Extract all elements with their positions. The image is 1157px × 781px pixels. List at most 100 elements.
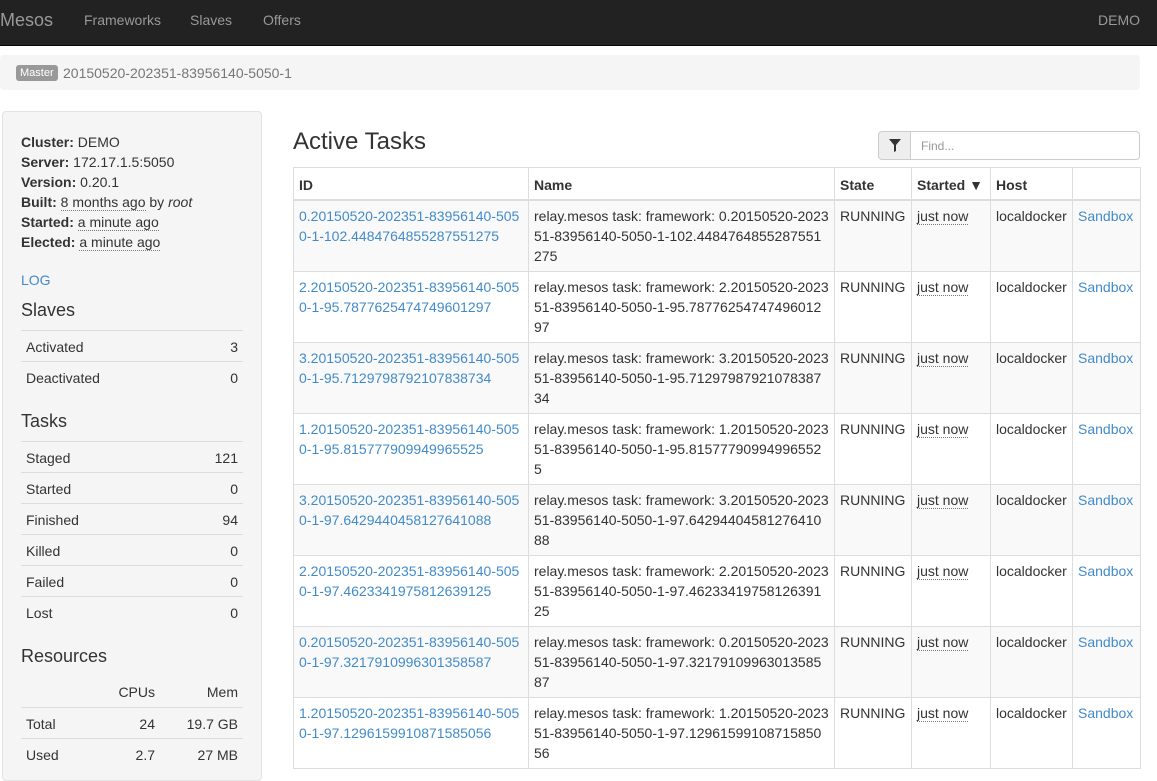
sandbox-link[interactable]: Sandbox	[1078, 279, 1133, 295]
stat-label: Finished	[26, 512, 79, 528]
find-input[interactable]	[911, 131, 1140, 160]
task-started: just now	[917, 279, 969, 296]
stat-value: 0	[230, 370, 238, 386]
stat-label: Killed	[26, 543, 61, 559]
resources-row-total: Total 24 19.7 GB	[21, 707, 243, 739]
task-name: relay.mesos task: framework: 3.20150520-…	[528, 342, 835, 414]
resource-label: Total	[26, 716, 56, 732]
column-header-host[interactable]: Host	[990, 167, 1073, 201]
cluster-value: DEMO	[77, 134, 120, 150]
stat-label: Lost	[26, 605, 53, 621]
brand-link[interactable]: Mesos	[0, 10, 53, 31]
mem-header: Mem	[206, 684, 238, 700]
stat-value: 3	[230, 339, 238, 355]
log-link[interactable]: LOG	[21, 272, 51, 288]
task-id-link[interactable]: 3.20150520-202351-83956140-5050-1-97.642…	[299, 492, 519, 528]
task-id-link[interactable]: 1.20150520-202351-83956140-5050-1-95.815…	[299, 421, 519, 457]
slaves-heading: Slaves	[21, 300, 76, 320]
task-started: just now	[917, 421, 969, 438]
filter-button[interactable]	[878, 131, 911, 160]
task-host: localdocker	[990, 484, 1073, 556]
resources-row-used: Used 2.7 27 MB	[21, 738, 243, 770]
task-state: RUNNING	[834, 199, 912, 272]
task-id-link[interactable]: 0.20150520-202351-83956140-5050-1-97.321…	[299, 634, 519, 670]
column-header-id[interactable]: ID	[293, 167, 529, 201]
cluster-name: DEMO	[1098, 12, 1140, 28]
stat-label: Started	[26, 481, 72, 497]
task-name: relay.mesos task: framework: 2.20150520-…	[528, 271, 835, 343]
task-host: localdocker	[990, 413, 1073, 485]
task-started: just now	[917, 634, 969, 651]
table-row: 2.20150520-202351-83956140-5050-1-95.787…	[293, 271, 1141, 343]
resource-label: Used	[26, 747, 59, 763]
table-header-row: ID Name State Started ▼ Host	[293, 167, 1141, 201]
nav-slaves[interactable]: Slaves	[190, 12, 232, 28]
column-header-started[interactable]: Started ▼	[911, 167, 991, 201]
stat-row-failed: Failed 0	[21, 565, 243, 597]
elected-label: Elected:	[21, 234, 76, 250]
task-host: localdocker	[990, 697, 1073, 769]
master-badge: Master	[16, 65, 58, 81]
task-state: RUNNING	[834, 342, 912, 414]
server-label: Server:	[21, 154, 70, 170]
task-started: just now	[917, 208, 969, 225]
built-user: root	[168, 194, 193, 210]
task-host: localdocker	[990, 342, 1073, 414]
sandbox-link[interactable]: Sandbox	[1078, 492, 1133, 508]
built-by: by	[149, 194, 165, 210]
task-host: localdocker	[990, 626, 1073, 698]
resources-header-row: CPUs Mem	[21, 676, 243, 707]
version-label: Version:	[21, 174, 77, 190]
version-value: 0.20.1	[80, 174, 120, 190]
task-host: localdocker	[990, 271, 1073, 343]
task-name: relay.mesos task: framework: 1.20150520-…	[528, 413, 835, 485]
stat-value: 0	[230, 481, 238, 497]
page-title: Active Tasks	[293, 128, 426, 155]
master-id: 20150520-202351-83956140-5050-1	[63, 65, 292, 81]
task-id-link[interactable]: 2.20150520-202351-83956140-5050-1-97.462…	[299, 563, 519, 599]
resource-cpus: 24	[139, 716, 155, 732]
task-started: just now	[917, 563, 969, 580]
stat-row-killed: Killed 0	[21, 534, 243, 566]
column-header-state[interactable]: State	[834, 167, 912, 201]
sandbox-link[interactable]: Sandbox	[1078, 421, 1133, 437]
task-name: relay.mesos task: framework: 2.20150520-…	[528, 555, 835, 627]
task-state: RUNNING	[834, 413, 912, 485]
task-state: RUNNING	[834, 484, 912, 556]
task-id-link[interactable]: 1.20150520-202351-83956140-5050-1-97.129…	[299, 705, 519, 741]
built-label: Built:	[21, 194, 57, 210]
column-header-name[interactable]: Name	[528, 167, 835, 201]
started-value: a minute ago	[77, 214, 159, 231]
task-id-link[interactable]: 0.20150520-202351-83956140-5050-1-102.44…	[299, 208, 519, 244]
task-name: relay.mesos task: framework: 0.20150520-…	[528, 199, 835, 272]
sandbox-link[interactable]: Sandbox	[1078, 705, 1133, 721]
cluster-label: Cluster:	[21, 134, 74, 150]
elected-value: a minute ago	[79, 234, 161, 251]
table-row: 3.20150520-202351-83956140-5050-1-95.712…	[293, 342, 1141, 414]
started-label: Started:	[21, 214, 74, 230]
tasks-heading: Tasks	[21, 411, 68, 431]
nav-frameworks[interactable]: Frameworks	[84, 12, 161, 28]
sandbox-link[interactable]: Sandbox	[1078, 563, 1133, 579]
stat-row-staged: Staged 121	[21, 441, 243, 473]
task-state: RUNNING	[834, 697, 912, 769]
table-row: 1.20150520-202351-83956140-5050-1-95.815…	[293, 413, 1141, 485]
task-id-link[interactable]: 2.20150520-202351-83956140-5050-1-95.787…	[299, 279, 519, 315]
sandbox-link[interactable]: Sandbox	[1078, 208, 1133, 224]
stat-label: Staged	[26, 450, 71, 466]
resource-mem: 27 MB	[197, 747, 238, 763]
task-name: relay.mesos task: framework: 3.20150520-…	[528, 484, 835, 556]
task-id-link[interactable]: 3.20150520-202351-83956140-5050-1-95.712…	[299, 350, 519, 386]
table-row: 2.20150520-202351-83956140-5050-1-97.462…	[293, 555, 1141, 627]
stat-row-lost: Lost 0	[21, 596, 243, 628]
task-name: relay.mesos task: framework: 1.20150520-…	[528, 697, 835, 769]
sidebar: Cluster: DEMO Server: 172.17.1.5:5050 Ve…	[2, 111, 262, 781]
column-header-actions	[1072, 167, 1141, 201]
sandbox-link[interactable]: Sandbox	[1078, 634, 1133, 650]
nav-offers[interactable]: Offers	[263, 12, 301, 28]
task-host: localdocker	[990, 199, 1073, 272]
breadcrumb: Master 20150520-202351-83956140-5050-1	[0, 55, 1140, 90]
stat-value: 0	[230, 605, 238, 621]
sandbox-link[interactable]: Sandbox	[1078, 350, 1133, 366]
resources-heading: Resources	[21, 646, 108, 666]
